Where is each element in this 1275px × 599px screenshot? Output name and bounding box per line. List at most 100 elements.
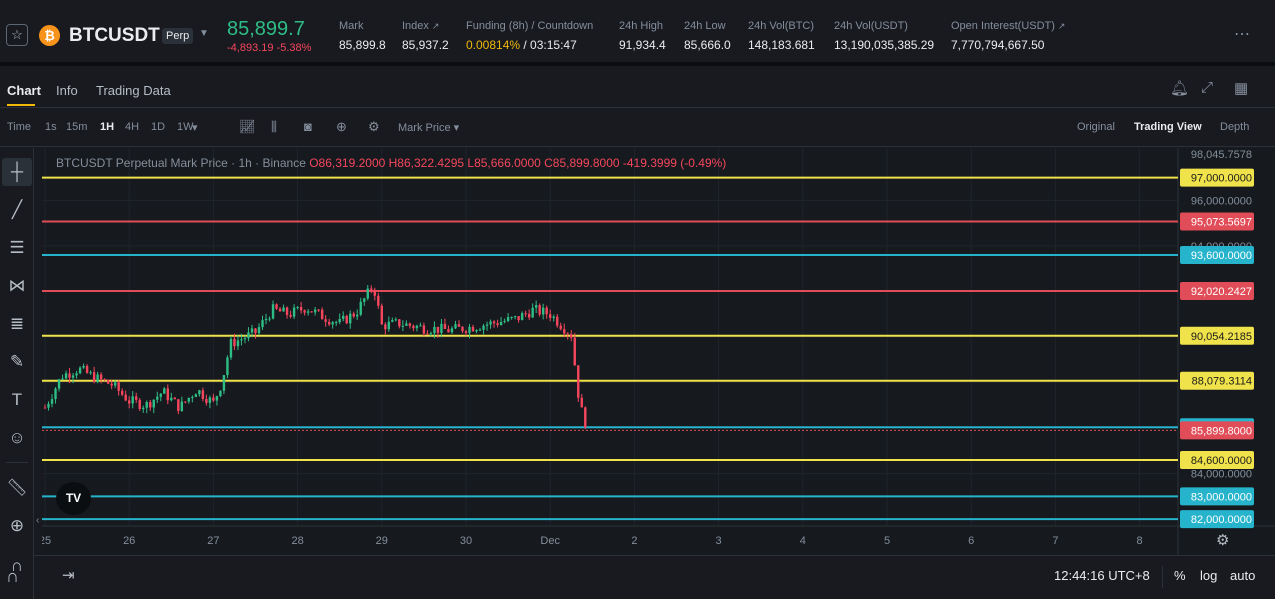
time-tick-label: 29 — [376, 535, 388, 547]
layout-grid-icon[interactable]: ▦ — [1234, 79, 1248, 97]
chart-area[interactable]: 98,045.757896,000.000094,000.000084,000.… — [42, 148, 1275, 563]
stat-value: 85,937.2 — [402, 38, 449, 52]
magnet-icon[interactable]: ∩ — [6, 566, 19, 587]
candle-body — [492, 321, 496, 324]
candle-body — [419, 325, 422, 327]
tab-chart[interactable]: Chart — [7, 83, 41, 98]
time-tick-label: 6 — [968, 535, 974, 547]
trend-line-icon[interactable]: ╱ — [0, 196, 34, 224]
time-tick-label: 30 — [460, 535, 472, 547]
interval-1d[interactable]: 1D — [151, 121, 165, 133]
candle-body — [201, 390, 205, 399]
pattern-icon[interactable]: ⋈ — [0, 272, 34, 300]
interval-15m[interactable]: 15m — [66, 121, 87, 133]
stat-value: 13,190,035,385.29 — [834, 38, 935, 52]
candle-body — [380, 305, 383, 325]
zoom-in-icon[interactable]: ⊕ — [0, 512, 34, 540]
candle-body — [320, 309, 324, 320]
emoji-icon[interactable]: ☺ — [0, 424, 34, 452]
candle-body — [124, 394, 127, 401]
candle-body — [57, 379, 61, 389]
candle-body — [229, 338, 233, 358]
candle-body — [299, 307, 303, 311]
candle-body — [177, 399, 180, 412]
candle-type-icon[interactable]: ⫼ — [271, 119, 277, 135]
price-level-label: 85,899.8000 — [1191, 425, 1252, 437]
candle-body — [113, 382, 117, 386]
candle-body — [96, 374, 99, 383]
auto-toggle[interactable]: auto — [1230, 568, 1255, 583]
horizontal-lines-icon[interactable]: ☰ — [0, 234, 34, 262]
settings-icon[interactable]: ⚙ — [1216, 531, 1229, 549]
time-tick-label: 8 — [1137, 535, 1143, 547]
price-tick-label: 84,000.0000 — [1191, 469, 1252, 481]
crosshair-icon[interactable]: ┼ — [2, 158, 32, 186]
chart-tabs: Chart Info Trading Data 🔔︎ ⤢ ▦ — [0, 70, 1275, 108]
candle-body — [324, 319, 327, 322]
stat-funding: Funding (8h) / Countdown 0.00814% / 03:1… — [466, 20, 593, 52]
time-tick-label: 3 — [716, 535, 722, 547]
interval-4h[interactable]: 4H — [125, 121, 139, 133]
candle-body — [64, 373, 68, 379]
candle-body — [584, 407, 587, 428]
candle-body — [243, 338, 247, 340]
log-toggle[interactable]: log — [1200, 568, 1217, 583]
interval-1s[interactable]: 1s — [45, 121, 57, 133]
view-depth[interactable]: Depth — [1220, 121, 1249, 133]
date-range-icon[interactable]: ⇥ — [62, 566, 75, 584]
stat-mark: Mark 85,899.8 — [339, 20, 386, 52]
more-icon[interactable]: ⋯ — [1234, 24, 1251, 44]
candle-body — [408, 323, 412, 326]
time-label: Time — [7, 121, 32, 133]
candle-body — [110, 383, 113, 386]
stat-index: Index ↗ 85,937.2 — [402, 20, 449, 52]
settings-icon[interactable]: ⚙ — [368, 119, 380, 135]
candle-body — [563, 329, 566, 334]
last-price: 85,899.7 — [227, 18, 305, 40]
tab-info[interactable]: Info — [56, 83, 78, 98]
candle-body — [510, 317, 513, 319]
legend-close: C85,899.8000 — [544, 156, 620, 170]
candle-body — [489, 321, 492, 325]
indicator-icon[interactable]: 📈︎ — [239, 119, 256, 135]
price-type-select[interactable]: Mark Price ▾ — [398, 121, 459, 134]
symbol-name[interactable]: BTCUSDT — [69, 25, 160, 47]
view-trading-view[interactable]: Trading View — [1134, 121, 1202, 133]
candle-body — [47, 403, 50, 408]
camera-icon[interactable]: ◙ — [304, 119, 312, 134]
text-icon[interactable]: T — [0, 386, 34, 414]
clock-display: 12:44:16 UTC+8 — [1054, 568, 1150, 583]
candle-body — [527, 313, 531, 318]
tab-trading-data[interactable]: Trading Data — [96, 83, 171, 98]
ruler-icon[interactable]: 📏︎ — [0, 474, 34, 502]
external-link-icon[interactable]: ↗ — [1058, 21, 1066, 31]
chevron-down-icon[interactable]: ▾ — [192, 121, 198, 134]
stat-label: Index ↗ — [402, 20, 440, 32]
chevron-left-icon[interactable]: ‹ — [36, 515, 39, 526]
stat-label: Mark — [339, 20, 364, 32]
price-chart[interactable]: 98,045.757896,000.000094,000.000084,000.… — [42, 148, 1275, 563]
candle-body — [345, 315, 348, 324]
view-original[interactable]: Original — [1077, 121, 1115, 133]
percent-toggle[interactable]: % — [1174, 568, 1186, 583]
candle-body — [120, 390, 124, 395]
legend-low: L85,666.0000 — [467, 156, 541, 170]
add-icon[interactable]: ⊕ — [336, 119, 347, 135]
brush-icon[interactable]: ✎ — [0, 348, 34, 376]
time-tick-label: 27 — [207, 535, 219, 547]
external-link-icon[interactable]: ↗ — [432, 21, 440, 31]
candle-body — [205, 398, 208, 403]
candle-body — [517, 316, 520, 321]
fib-icon[interactable]: ≣ — [0, 310, 34, 338]
chevron-down-icon[interactable]: ▼ — [199, 28, 209, 39]
candle-body — [303, 310, 306, 313]
candle-body — [457, 324, 461, 327]
interval-1h[interactable]: 1H — [100, 121, 114, 133]
expand-icon[interactable]: ⤢ — [1201, 79, 1213, 96]
funding-countdown: / 03:15:47 — [523, 38, 577, 52]
candle-body — [261, 320, 264, 328]
star-outline-icon[interactable]: ☆ — [6, 24, 28, 46]
time-tick-label: 7 — [1052, 535, 1058, 547]
candle-body — [482, 325, 485, 330]
bell-icon[interactable]: 🔔︎ — [1170, 79, 1189, 97]
